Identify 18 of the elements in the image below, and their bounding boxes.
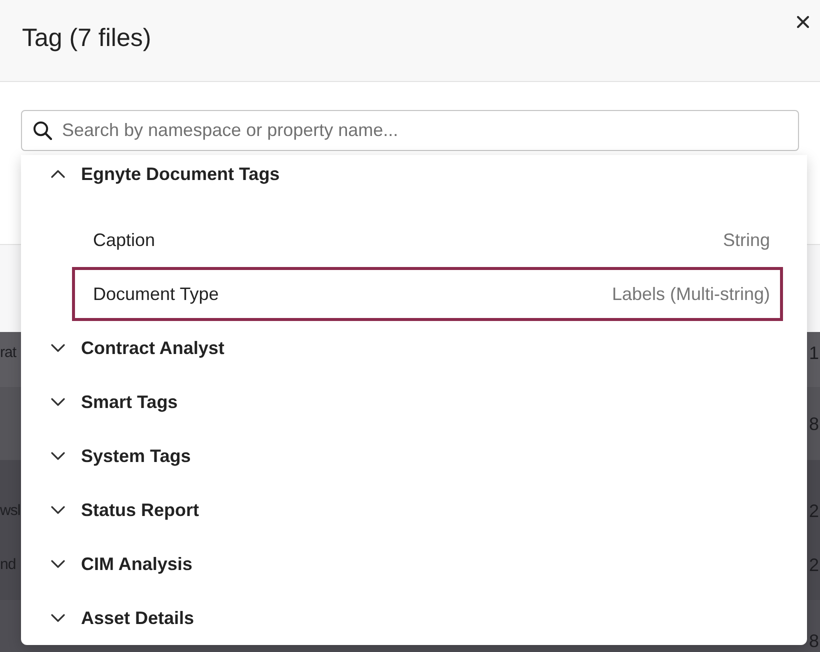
property-option[interactable]: Caption String	[72, 213, 783, 267]
dialog-title: Tag (7 files)	[21, 23, 152, 54]
property-option[interactable]: Document Type Labels (Multi-string)	[72, 267, 783, 321]
namespace-toggle[interactable]: Asset Details	[21, 591, 807, 645]
namespace-toggle[interactable]: CIM Analysis	[21, 537, 807, 591]
namespace-toggle[interactable]: Contract Analyst	[21, 321, 807, 375]
row-text: rat	[0, 343, 16, 363]
property-type: String	[722, 228, 770, 252]
namespace-toggle[interactable]: System Tags	[21, 429, 807, 483]
row-text: 8	[808, 412, 820, 434]
search-icon	[33, 121, 52, 140]
namespace-toggle[interactable]: Smart Tags	[21, 375, 807, 429]
search-field[interactable]: Search by namespace or property name...	[21, 110, 799, 151]
close-icon	[797, 16, 809, 28]
property-type: Labels (Multi-string)	[612, 282, 770, 306]
namespace-toggle[interactable]: Egnyte Document Tags	[21, 155, 807, 193]
row-text: 1	[808, 342, 820, 364]
namespace-toggle[interactable]: Status Report	[21, 483, 807, 537]
